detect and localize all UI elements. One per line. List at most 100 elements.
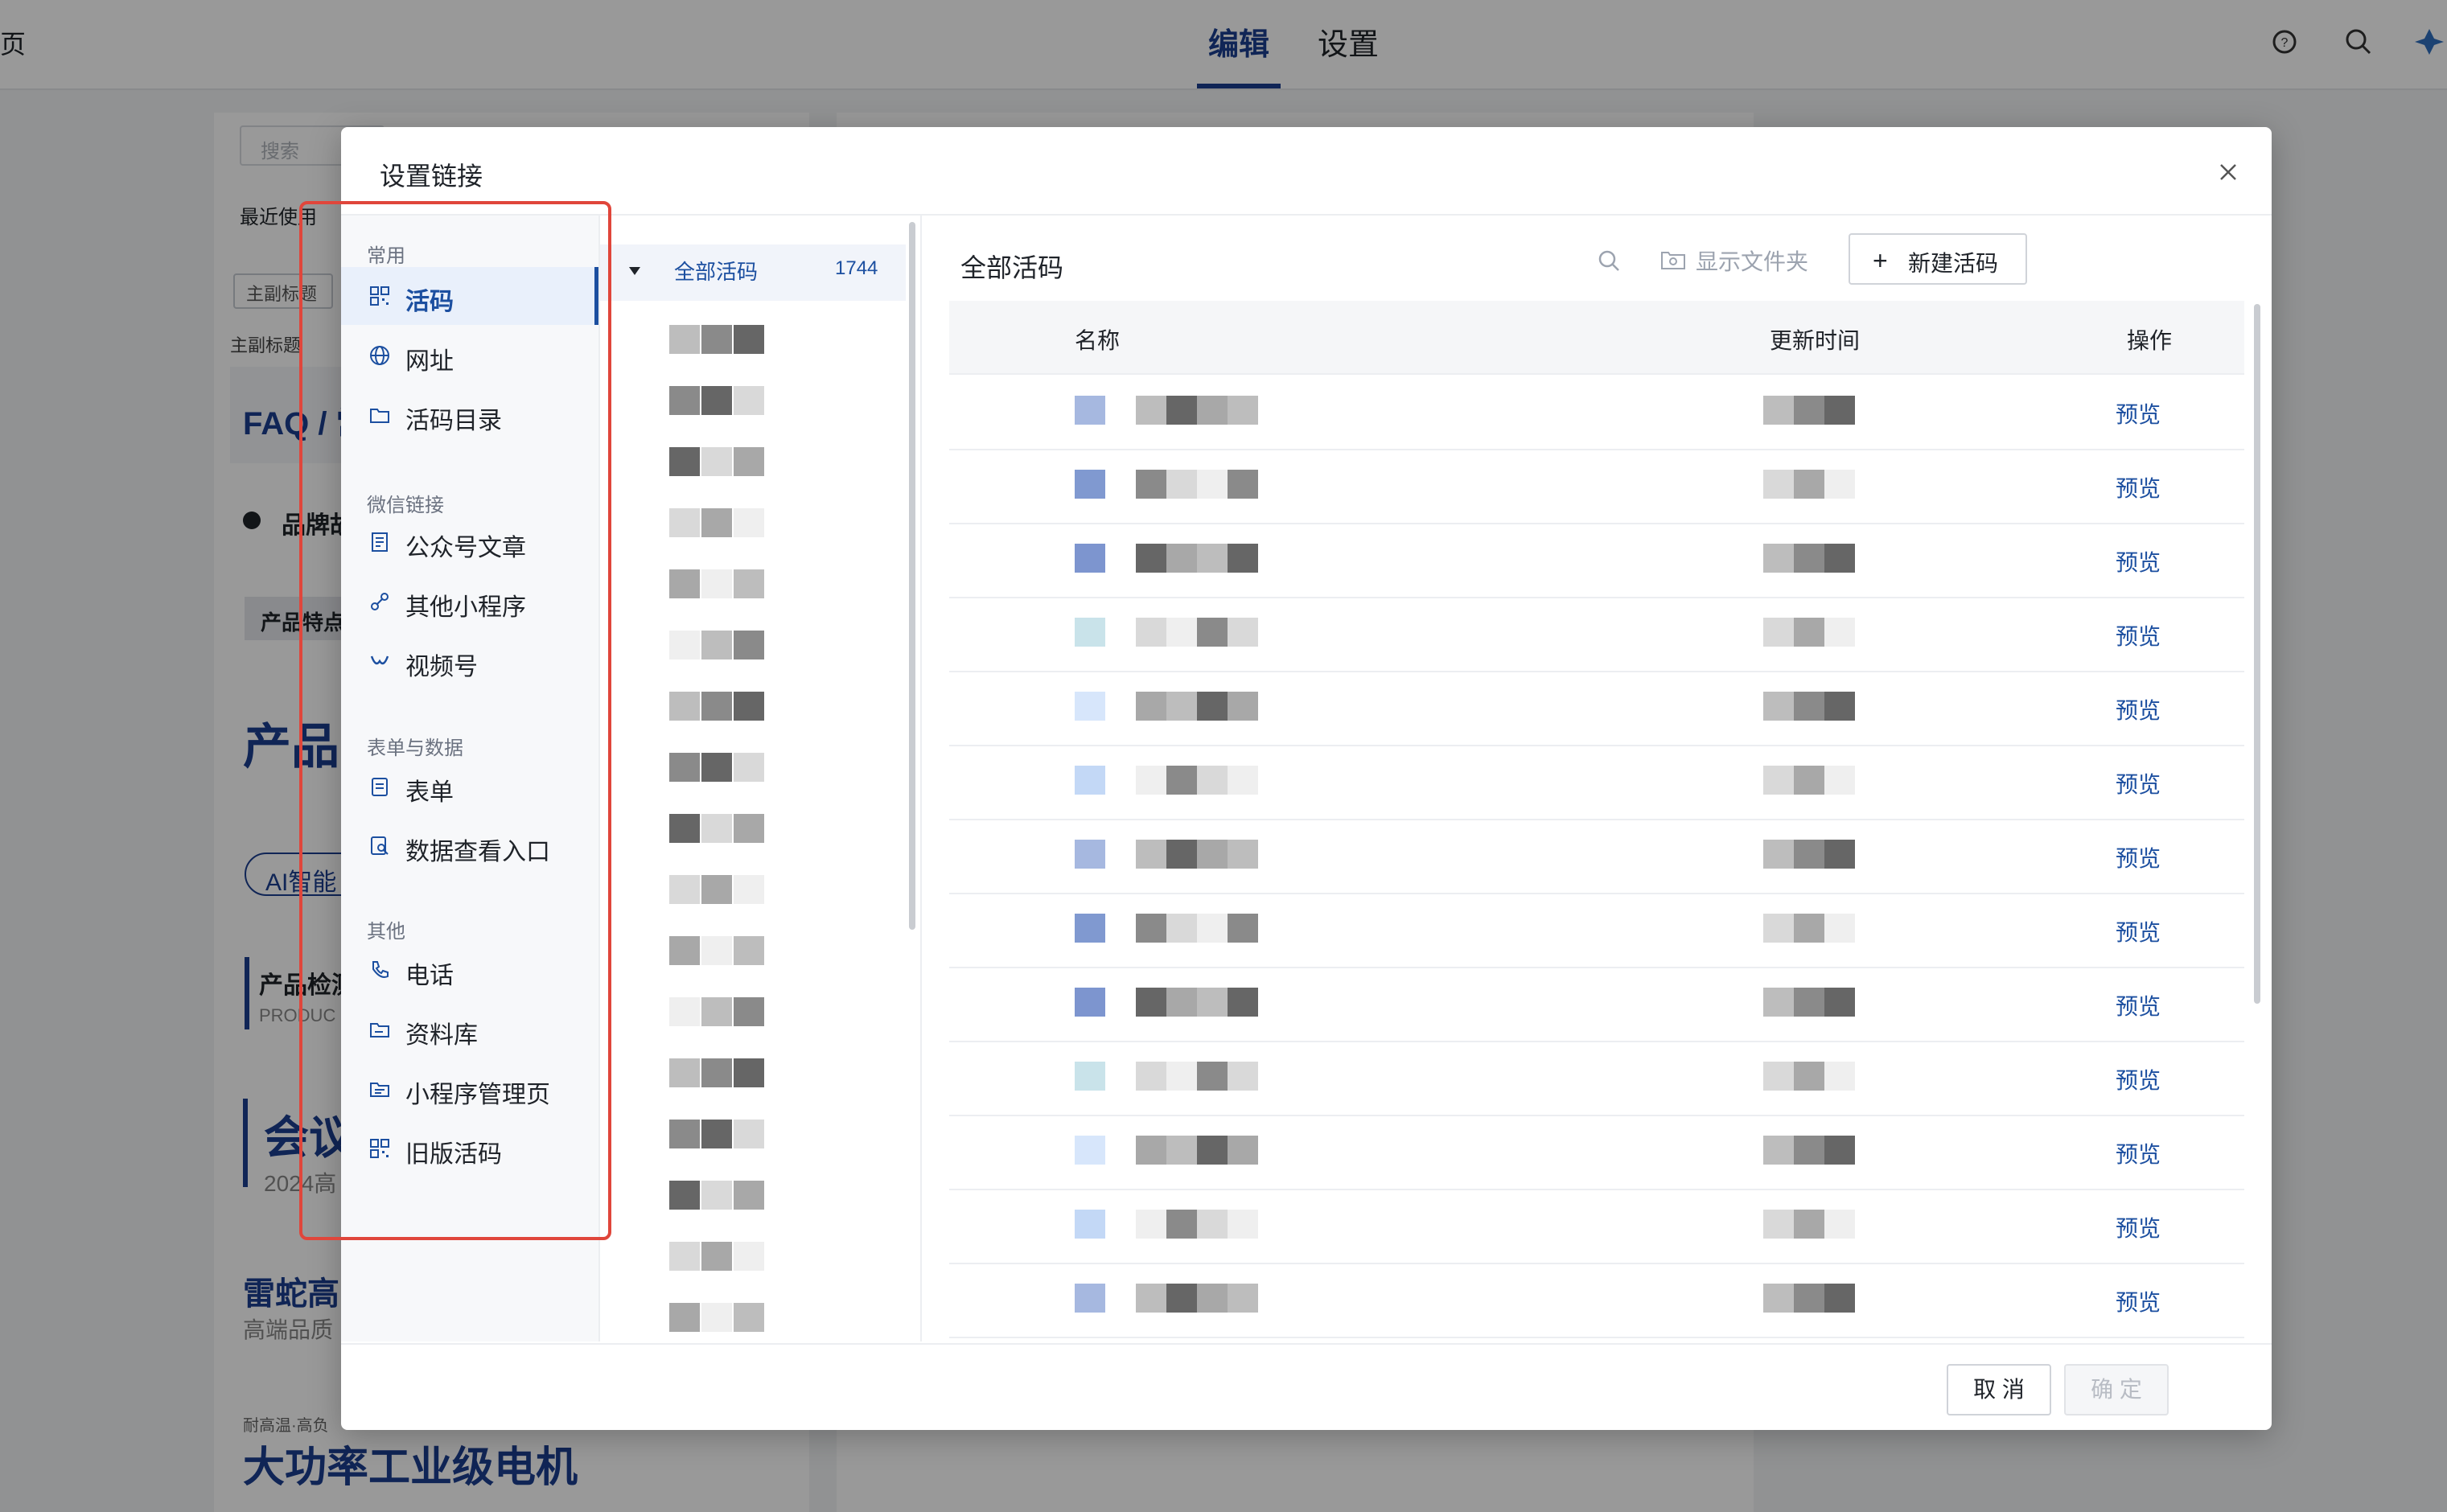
modal-footer-divider — [341, 1343, 2272, 1345]
preview-link[interactable]: 预览 — [2116, 545, 2161, 577]
blurred-thumbnail — [1075, 618, 1105, 647]
table-row[interactable]: 预览 — [949, 523, 2244, 598]
table-row[interactable]: 预览 — [949, 819, 2244, 894]
preview-link[interactable]: 预览 — [2116, 619, 2161, 651]
table-row[interactable]: 预览 — [949, 671, 2244, 746]
blurred-tree-item — [701, 386, 732, 415]
table-row[interactable]: 预览 — [949, 375, 2244, 450]
preview-link[interactable]: 预览 — [2116, 1285, 2161, 1317]
blurred-name — [1197, 544, 1228, 573]
blurred-tree-item — [734, 997, 764, 1026]
table-row[interactable]: 预览 — [949, 1263, 2244, 1338]
blurred-tree-item — [734, 875, 764, 904]
blurred-name — [1136, 544, 1166, 573]
blurred-tree-item — [701, 692, 732, 721]
blurred-name — [1166, 1210, 1197, 1239]
blurred-tree-item — [734, 1120, 764, 1148]
blurred-timestamp — [1794, 1062, 1824, 1091]
blurred-timestamp — [1763, 618, 1794, 647]
blurred-tree-item — [669, 386, 700, 415]
blurred-name — [1166, 544, 1197, 573]
blurred-tree-item — [734, 631, 764, 659]
table-scrollbar[interactable] — [2254, 304, 2260, 1004]
blurred-name — [1228, 1284, 1258, 1313]
blurred-timestamp — [1763, 470, 1794, 499]
preview-link[interactable]: 预览 — [2116, 1063, 2161, 1095]
blurred-name — [1136, 396, 1166, 425]
new-code-button[interactable]: + 新建活码 — [1849, 233, 2027, 285]
preview-link[interactable]: 预览 — [2116, 841, 2161, 873]
table-row[interactable]: 预览 — [949, 745, 2244, 820]
blurred-name — [1228, 1136, 1258, 1165]
blurred-timestamp — [1824, 618, 1855, 647]
blurred-name — [1166, 618, 1197, 647]
close-icon[interactable] — [2214, 158, 2243, 187]
blurred-tree-item — [734, 325, 764, 354]
table-row[interactable]: 预览 — [949, 1041, 2244, 1116]
preview-link[interactable]: 预览 — [2116, 915, 2161, 947]
blurred-name — [1228, 544, 1258, 573]
preview-link[interactable]: 预览 — [2116, 1211, 2161, 1243]
blurred-name — [1166, 988, 1197, 1017]
table-row[interactable]: 预览 — [949, 1189, 2244, 1264]
blurred-timestamp — [1763, 1136, 1794, 1165]
blurred-tree-item — [701, 569, 732, 598]
blurred-tree-item — [669, 1058, 700, 1087]
tree-scrollbar[interactable] — [909, 222, 915, 930]
blurred-timestamp — [1763, 1210, 1794, 1239]
blurred-tree-item — [734, 386, 764, 415]
preview-link[interactable]: 预览 — [2116, 1137, 2161, 1169]
blurred-tree-item — [701, 1058, 732, 1087]
blurred-thumbnail — [1075, 1284, 1105, 1313]
blurred-name — [1197, 914, 1228, 943]
blurred-timestamp — [1794, 914, 1824, 943]
blurred-name — [1197, 470, 1228, 499]
blurred-timestamp — [1794, 1284, 1824, 1313]
blurred-timestamp — [1824, 692, 1855, 721]
blurred-timestamp — [1763, 840, 1794, 869]
preview-link[interactable]: 预览 — [2116, 471, 2161, 503]
table-row[interactable]: 预览 — [949, 597, 2244, 672]
table-row[interactable]: 预览 — [949, 449, 2244, 524]
blurred-timestamp — [1824, 1136, 1855, 1165]
preview-link[interactable]: 预览 — [2116, 989, 2161, 1021]
blurred-timestamp — [1824, 470, 1855, 499]
cancel-button[interactable]: 取 消 — [1947, 1364, 2051, 1415]
tree-node-label: 全部活码 — [674, 260, 759, 284]
preview-link[interactable]: 预览 — [2116, 693, 2161, 725]
search-icon[interactable] — [1596, 248, 1622, 273]
blurred-name — [1228, 1210, 1258, 1239]
blurred-name — [1166, 1136, 1197, 1165]
show-folder-toggle[interactable]: 显示文件夹 — [1696, 244, 1808, 277]
blurred-name — [1228, 840, 1258, 869]
blurred-name — [1136, 1284, 1166, 1313]
blurred-tree-item — [701, 936, 732, 965]
blurred-timestamp — [1763, 1062, 1794, 1091]
blurred-tree-item — [701, 1242, 732, 1271]
tree-node-count: 1744 — [835, 257, 878, 279]
blurred-name — [1166, 692, 1197, 721]
blurred-timestamp — [1794, 988, 1824, 1017]
blurred-timestamp — [1763, 396, 1794, 425]
blurred-tree-item — [734, 1303, 764, 1332]
preview-link[interactable]: 预览 — [2116, 767, 2161, 799]
code-list-panel: 全部活码 显示文件夹 + 新建活码 名称 更新时间 操作 预览 预览 预览 预览 预览预… — [922, 216, 2272, 1341]
blurred-tree-item — [669, 753, 700, 782]
blurred-name — [1166, 914, 1197, 943]
preview-link[interactable]: 预览 — [2116, 397, 2161, 429]
confirm-button[interactable]: 确 定 — [2064, 1364, 2169, 1415]
table-row[interactable]: 预览 — [949, 1115, 2244, 1190]
blurred-tree-item — [701, 325, 732, 354]
table-row[interactable]: 预览 — [949, 967, 2244, 1042]
blurred-tree-item — [669, 1120, 700, 1148]
blurred-tree-item — [669, 875, 700, 904]
caret-down-icon[interactable] — [629, 267, 640, 275]
blurred-thumbnail — [1075, 692, 1105, 721]
blurred-timestamp — [1763, 766, 1794, 795]
blurred-tree-item — [669, 325, 700, 354]
camera-folder-icon[interactable] — [1660, 248, 1686, 270]
blurred-name — [1136, 988, 1166, 1017]
table-row[interactable]: 预览 — [949, 893, 2244, 968]
blurred-name — [1228, 1062, 1258, 1091]
tree-node-all-codes[interactable]: 全部活码 1744 — [600, 244, 906, 301]
